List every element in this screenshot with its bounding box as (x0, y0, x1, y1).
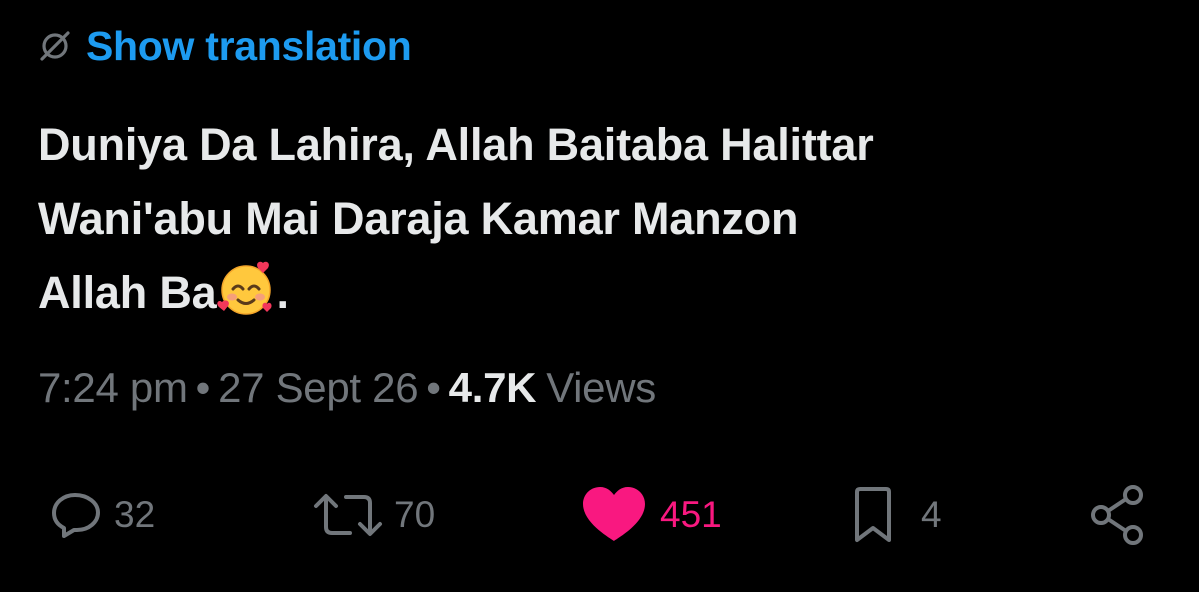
share-icon (1088, 483, 1152, 547)
post-text-line: Duniya Da Lahira, Allah Baitaba Halittar (38, 119, 874, 170)
share-button[interactable] (1088, 470, 1152, 560)
bookmark-count: 4 (921, 494, 942, 535)
post-text-fragment: . (276, 267, 289, 318)
like-count: 451 (660, 494, 722, 535)
show-translation-label: Show translation (86, 22, 412, 69)
action-bar: 32 70 451 4 (0, 470, 1199, 560)
meta-separator: • (195, 364, 211, 411)
post-date[interactable]: 27 Sept 26 (218, 364, 418, 412)
post-text: Duniya Da Lahira, Allah Baitaba Halittar… (38, 108, 1168, 330)
no-translate-icon (38, 29, 72, 63)
reply-button[interactable]: 32 (50, 470, 155, 560)
meta-separator: • (426, 364, 441, 411)
post-text-line: Allah Ba . (38, 256, 1168, 330)
repost-icon (310, 489, 386, 541)
repost-count: 70 (394, 494, 436, 535)
reply-count: 32 (114, 494, 156, 535)
views-count[interactable]: 4.7K (449, 364, 537, 412)
post-meta: 7:24 pm • 27 Sept 26 • 4.7K Views (38, 358, 656, 418)
post-text-line: Wani'abu Mai Daraja Kamar Manzon (38, 193, 799, 244)
heart-icon (580, 485, 648, 545)
show-translation-button[interactable]: Show translation (38, 20, 412, 72)
views-label[interactable]: Views (546, 364, 656, 412)
post-time[interactable]: 7:24 pm (38, 364, 188, 412)
post-text-fragment: Allah Ba (38, 267, 217, 318)
bookmark-button[interactable]: 4 (853, 470, 942, 560)
bookmark-icon (853, 486, 893, 544)
like-button[interactable]: 451 (580, 470, 722, 560)
repost-button[interactable]: 70 (310, 470, 435, 560)
reply-icon (50, 489, 102, 541)
smiling-face-with-hearts-emoji (217, 260, 275, 318)
